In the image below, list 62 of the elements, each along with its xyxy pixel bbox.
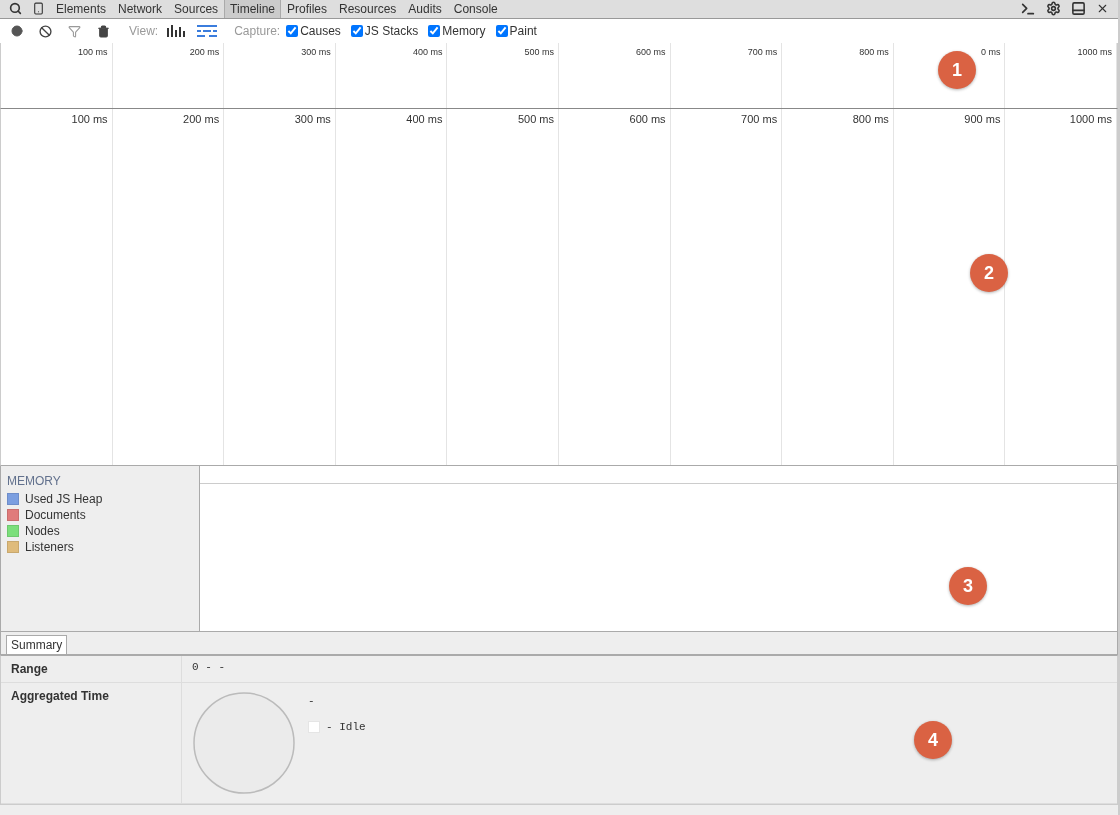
flame-chart-icon [197, 25, 218, 38]
overview-tick-label: 400 ms [412, 47, 443, 58]
panel-tab[interactable]: Profiles [281, 0, 333, 18]
capture-checkbox[interactable] [350, 25, 363, 38]
total-time: - [308, 695, 316, 708]
trash-icon [97, 24, 110, 38]
overview-tick-label: 300 ms [301, 47, 331, 58]
callout-marker: 1 [938, 51, 976, 89]
timeline-tick-label: 900 ms [964, 113, 1001, 126]
overview-tick-label: 1000 ms [1077, 47, 1112, 58]
capture-label: Capture: [234, 24, 281, 39]
timeline-tick-label: 600 ms [629, 113, 666, 126]
details-tab[interactable]: Summary [6, 635, 68, 655]
terminal-icon [1020, 0, 1036, 17]
panel-tab[interactable]: Sources [168, 0, 225, 18]
timeline-tick-label: 800 ms [852, 113, 889, 126]
range-value: 0 - - [191, 660, 226, 676]
panel-tab[interactable]: Resources [333, 0, 403, 18]
legend-label: - Idle [326, 721, 366, 734]
timeline-tick-label: 200 ms [183, 113, 220, 126]
memory-title: MEMORY [7, 474, 62, 488]
overview-tick-label: 200 ms [189, 47, 220, 58]
capture-option-label: Causes [300, 24, 341, 39]
capture-option-label: JS Stacks [364, 24, 419, 39]
timeline-tick-label: 400 ms [406, 113, 443, 126]
timeline-tick-label: 500 ms [517, 113, 554, 126]
panel-tab[interactable]: Timeline [224, 0, 281, 18]
capture-option-label: Memory [442, 24, 486, 39]
capture-option-label: Paint [509, 24, 537, 39]
overview-tick-label: 100 ms [78, 47, 108, 58]
overview-tick-label: 500 ms [524, 47, 554, 58]
search-icon [9, 2, 22, 16]
overview-tick-label: 600 ms [636, 47, 666, 58]
capture-checkbox[interactable] [428, 25, 441, 38]
clear-icon [39, 24, 52, 38]
counter-label: Used JS Heap [25, 492, 103, 506]
overview-tick-label: 700 ms [747, 47, 778, 58]
overview-tick-label: 0 ms [980, 47, 1001, 58]
row-label: Aggregated Time [1, 683, 182, 804]
panel-tab[interactable]: Elements [50, 0, 113, 18]
timeline-tick-label: 300 ms [294, 113, 331, 126]
timeline-tick-label: 100 ms [71, 113, 108, 126]
capture-checkbox[interactable] [495, 25, 508, 38]
bar-chart-icon [167, 25, 186, 38]
phone-icon [32, 2, 45, 16]
panel-tab[interactable]: Audits [402, 0, 448, 18]
view-label: View: [129, 24, 159, 39]
counter-label: Documents [25, 508, 86, 522]
row-label: Range [1, 656, 182, 683]
panel-tab[interactable]: Console [447, 0, 504, 18]
record-icon [11, 25, 23, 38]
callout-marker: 2 [970, 254, 1008, 292]
counter-label: Listeners [25, 540, 74, 554]
timeline-tick-label: 1000 ms [1069, 113, 1112, 126]
timeline-tick-label: 700 ms [741, 113, 778, 126]
dock-icon [1071, 1, 1086, 17]
panel-tab[interactable]: Network [112, 0, 169, 18]
settings-icon [1046, 1, 1061, 17]
filter-icon [68, 24, 81, 38]
overview-tick-label: 800 ms [859, 47, 889, 58]
capture-checkbox[interactable] [286, 25, 299, 38]
counter-label: Nodes [25, 524, 60, 538]
